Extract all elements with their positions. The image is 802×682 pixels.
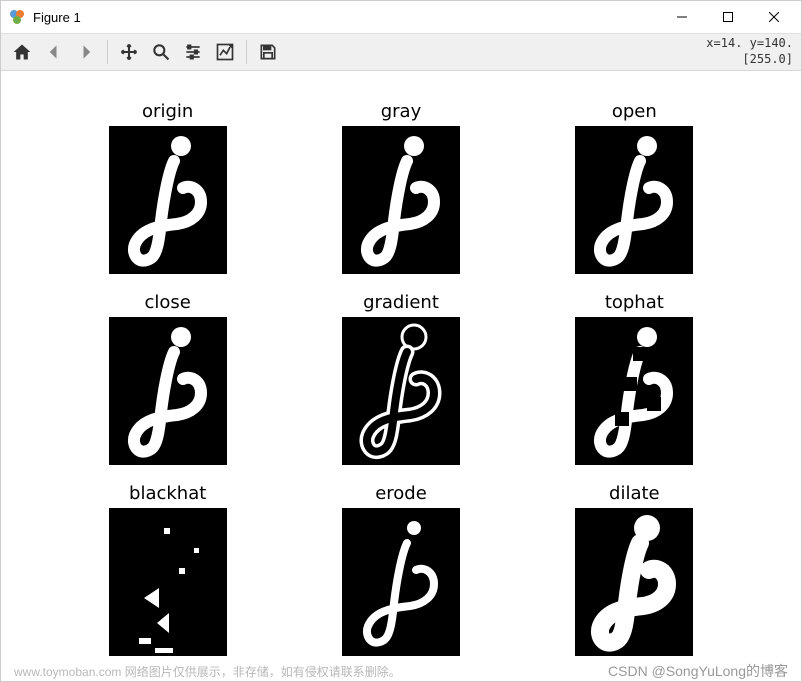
subplot-cell: gradient bbox=[314, 292, 487, 465]
subplot-cell: dilate bbox=[548, 483, 721, 656]
subplot-cell: open bbox=[548, 101, 721, 274]
titlebar: Figure 1 bbox=[1, 1, 801, 33]
subplot-image bbox=[575, 317, 693, 465]
window-title: Figure 1 bbox=[33, 10, 659, 25]
coordinates-display: x=14. y=140. [255.0] bbox=[706, 35, 793, 67]
minimize-button[interactable] bbox=[659, 2, 705, 32]
separator bbox=[107, 40, 108, 64]
subplot-image bbox=[109, 317, 227, 465]
subplot-image bbox=[109, 126, 227, 274]
subplot-cell: gray bbox=[314, 101, 487, 274]
subplot-image bbox=[109, 508, 227, 656]
coords-xy: x=14. y=140. bbox=[706, 35, 793, 51]
subplot-cell: blackhat bbox=[81, 483, 254, 656]
subplot-grid: origin gray open close gradient tophat bbox=[81, 101, 721, 649]
forward-button[interactable] bbox=[71, 38, 101, 66]
pan-button[interactable] bbox=[114, 38, 144, 66]
watermark-right: CSDN @SongYuLong的博客 bbox=[608, 661, 788, 681]
coords-value: [255.0] bbox=[706, 51, 793, 67]
watermark-left: www.toymoban.com 网络图片仅供展示，非存储，如有侵权请联系删除。 bbox=[14, 663, 401, 680]
subplot-title: blackhat bbox=[129, 483, 206, 504]
subplot-title: gradient bbox=[363, 292, 439, 313]
configure-button[interactable] bbox=[178, 38, 208, 66]
app-icon bbox=[9, 9, 25, 25]
subplot-title: open bbox=[612, 101, 657, 122]
axes-button[interactable] bbox=[210, 38, 240, 66]
maximize-button[interactable] bbox=[705, 2, 751, 32]
figure-canvas[interactable]: origin gray open close gradient tophat bbox=[1, 71, 801, 659]
subplot-title: dilate bbox=[609, 483, 660, 504]
home-button[interactable] bbox=[7, 38, 37, 66]
subplot-title: close bbox=[144, 292, 190, 313]
subplot-image bbox=[342, 508, 460, 656]
subplot-image bbox=[575, 508, 693, 656]
separator bbox=[246, 40, 247, 64]
subplot-cell: erode bbox=[314, 483, 487, 656]
window-controls bbox=[659, 2, 797, 32]
subplot-title: gray bbox=[381, 101, 422, 122]
toolbar: x=14. y=140. [255.0] bbox=[1, 33, 801, 71]
subplot-title: origin bbox=[142, 101, 193, 122]
subplot-image bbox=[342, 317, 460, 465]
subplot-cell: origin bbox=[81, 101, 254, 274]
zoom-button[interactable] bbox=[146, 38, 176, 66]
close-button[interactable] bbox=[751, 2, 797, 32]
save-button[interactable] bbox=[253, 38, 283, 66]
watermark: www.toymoban.com 网络图片仅供展示，非存储，如有侵权请联系删除。… bbox=[0, 660, 802, 682]
subplot-title: tophat bbox=[605, 292, 664, 313]
subplot-image bbox=[575, 126, 693, 274]
subplot-cell: close bbox=[81, 292, 254, 465]
subplot-image bbox=[342, 126, 460, 274]
back-button[interactable] bbox=[39, 38, 69, 66]
subplot-cell: tophat bbox=[548, 292, 721, 465]
subplot-title: erode bbox=[375, 483, 427, 504]
